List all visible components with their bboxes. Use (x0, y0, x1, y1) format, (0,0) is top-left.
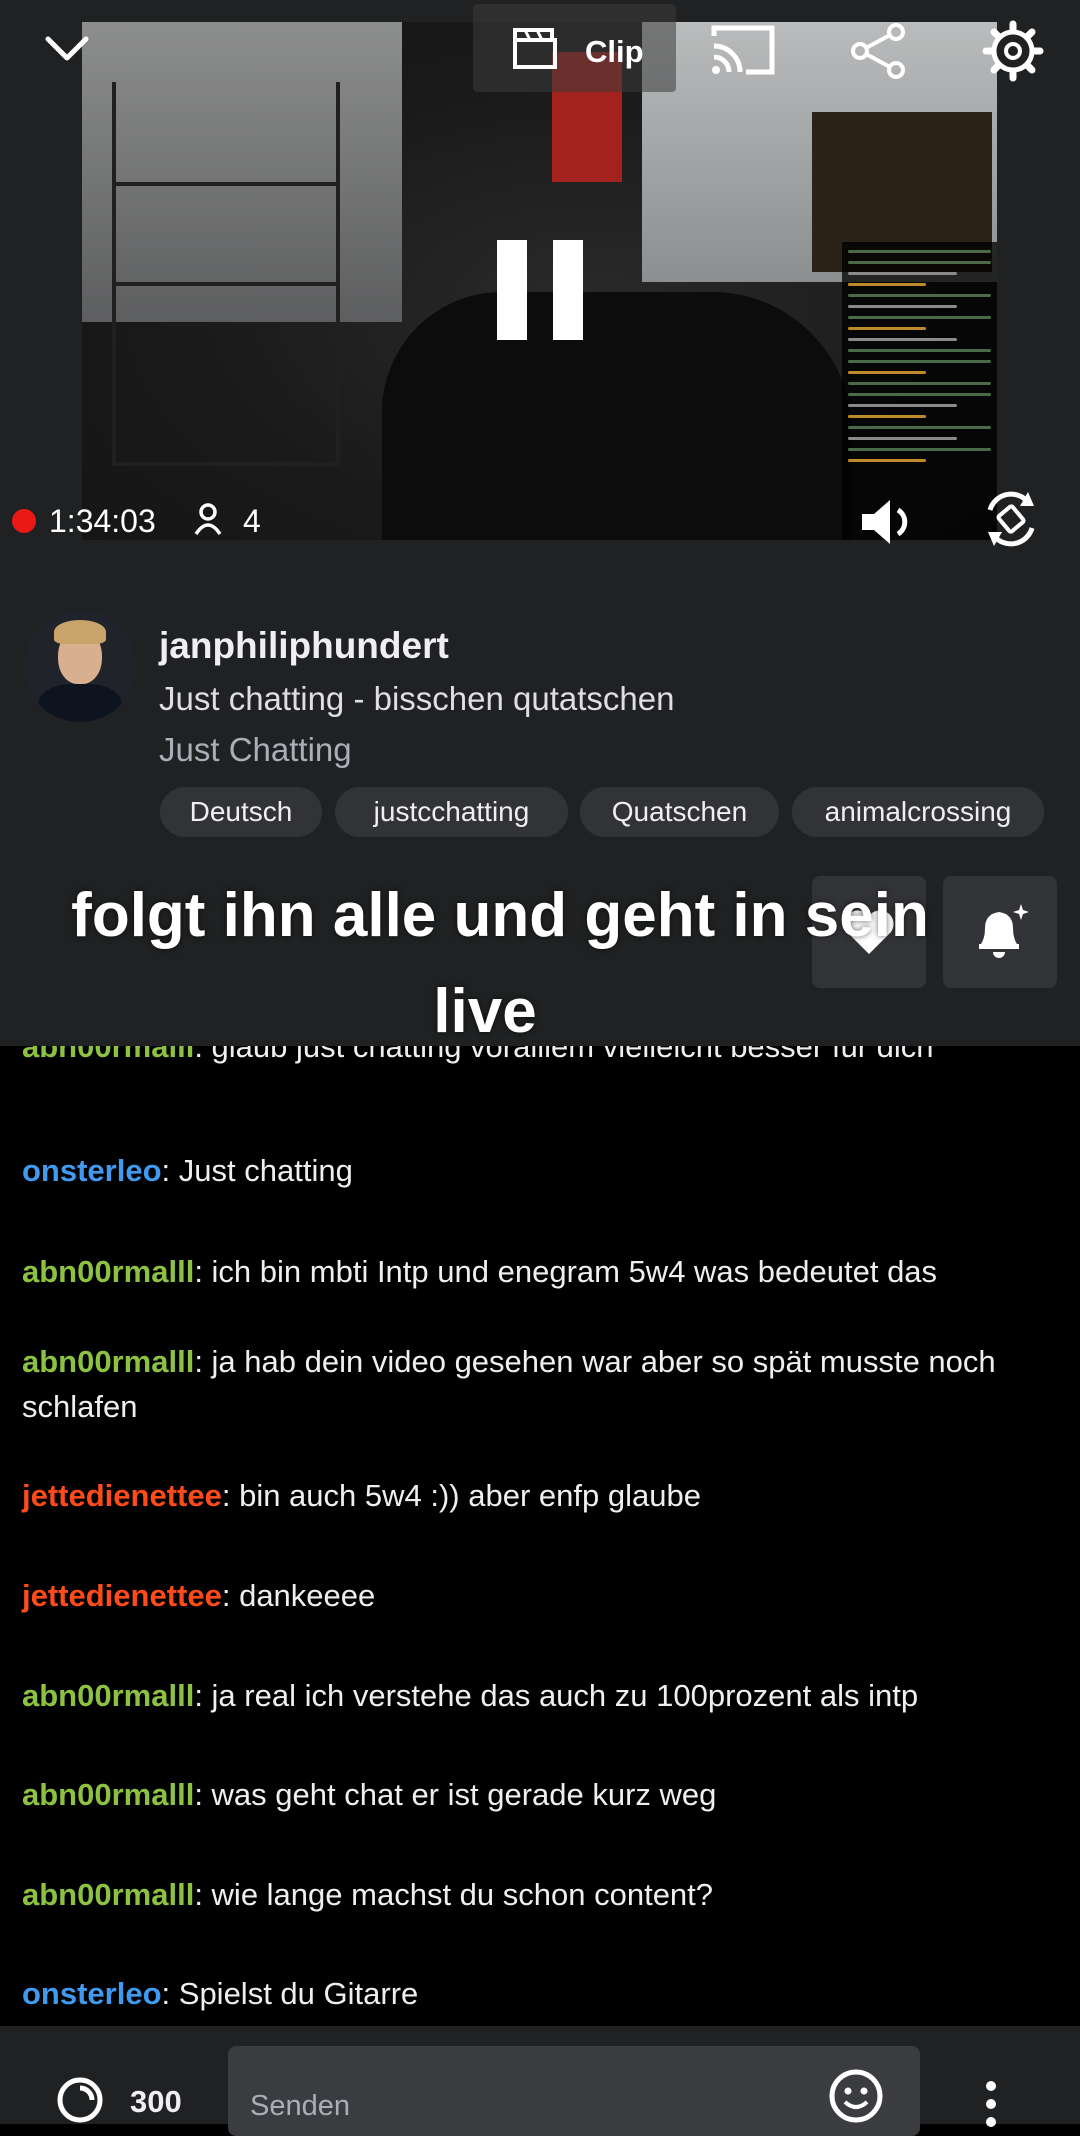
chat-text: Just chatting (178, 1153, 353, 1188)
chat-text: wie lange machst du schon content? (211, 1877, 714, 1912)
chat-text: ja real ich verstehe das auch zu 100proz… (211, 1678, 919, 1713)
viewer-count: 4 (243, 503, 261, 539)
chat-message: abn00rmalll: ja hab dein video gesehen w… (22, 1344, 996, 1424)
chat-text: bin auch 5w4 :)) aber enfp glaube (239, 1478, 701, 1513)
overlay-caption-line2: live (433, 977, 537, 1046)
chat-input[interactable]: Senden (228, 2046, 920, 2136)
video-player[interactable]: Clip 1:34:03 4 (0, 0, 1080, 588)
chat-username[interactable]: abn00rmalll (22, 1344, 194, 1379)
tag-deutsch[interactable]: Deutsch (160, 787, 322, 837)
chat-message: abn00rmalll: ich bin mbti Intp und enegr… (22, 1254, 938, 1289)
chat-username[interactable]: jettedienettee (22, 1478, 222, 1513)
emote-icon[interactable] (828, 2068, 884, 2124)
tag-animalcrossing[interactable]: animalcrossing (792, 787, 1044, 837)
chat-message: abn00rmalll: glaub just chatting voralll… (22, 1046, 1062, 1069)
chat-message: jettedienettee: dankeeee (22, 1578, 376, 1613)
chat-text: was geht chat er ist gerade kurz weg (211, 1777, 717, 1812)
channel-points-icon[interactable] (56, 2076, 104, 2124)
share-icon[interactable] (848, 22, 908, 80)
pause-button[interactable] (497, 240, 583, 340)
person-icon (194, 503, 222, 536)
rotate-icon[interactable] (982, 488, 1040, 550)
cast-icon[interactable] (710, 22, 776, 76)
gear-icon[interactable] (982, 20, 1044, 82)
chat-panel[interactable]: abn00rmalll: glaub just chatting voralll… (0, 1046, 1080, 2026)
channel-name[interactable]: janphiliphundert (159, 625, 449, 667)
chat-message: onsterleo: Spielst du Gitarre (22, 1976, 419, 2011)
clip-label: Clip (585, 34, 644, 69)
chat-username[interactable]: abn00rmalll (22, 1046, 194, 1064)
chat-username[interactable]: abn00rmalll (22, 1254, 194, 1289)
avatar[interactable] (24, 610, 136, 722)
chat-username[interactable]: jettedienettee (22, 1578, 222, 1613)
chat-username[interactable]: abn00rmalll (22, 1777, 194, 1812)
chevron-down-icon[interactable] (44, 34, 90, 64)
chat-text: Spielst du Gitarre (178, 1976, 419, 2011)
live-duration: 1:34:03 (49, 503, 156, 539)
chat-message: abn00rmalll: ja real ich verstehe das au… (22, 1678, 919, 1713)
chat-message: onsterleo: Just chatting (22, 1153, 353, 1188)
volume-icon[interactable] (858, 496, 918, 548)
chat-message: abn00rmalll: was geht chat er ist gerade… (22, 1777, 717, 1812)
chat-message: jettedienettee: bin auch 5w4 :)) aber en… (22, 1478, 701, 1513)
chat-message: abn00rmalll: wie lange machst du schon c… (22, 1877, 714, 1912)
live-indicator (12, 509, 36, 533)
chat-input-placeholder: Senden (250, 2090, 350, 2122)
more-vertical-icon[interactable] (985, 2080, 997, 2130)
tag-quatschen[interactable]: Quatschen (580, 787, 779, 837)
stream-category[interactable]: Just Chatting (159, 731, 352, 769)
clip-button[interactable] (473, 4, 676, 92)
clapperboard-icon (513, 28, 557, 69)
stream-title: Just chatting - bisschen qutatschen (159, 680, 675, 717)
chat-text: ich bin mbti Intp und enegram 5w4 was be… (211, 1254, 938, 1289)
chat-username[interactable]: onsterleo (22, 1976, 162, 2011)
overlay-caption-line1: folgt ihn alle und geht in sein (71, 881, 929, 950)
chat-username[interactable]: onsterleo (22, 1153, 162, 1188)
chat-input-bar: 300 Senden (0, 2026, 1080, 2136)
tag-justcchatting[interactable]: justcchatting (335, 787, 568, 837)
chat-username[interactable]: abn00rmalll (22, 1877, 194, 1912)
chat-text: glaub just chatting voralllem vielleicht… (211, 1046, 934, 1064)
chat-username[interactable]: abn00rmalll (22, 1678, 194, 1713)
chat-text: dankeeee (239, 1578, 376, 1613)
channel-points-count: 300 (130, 2084, 182, 2119)
